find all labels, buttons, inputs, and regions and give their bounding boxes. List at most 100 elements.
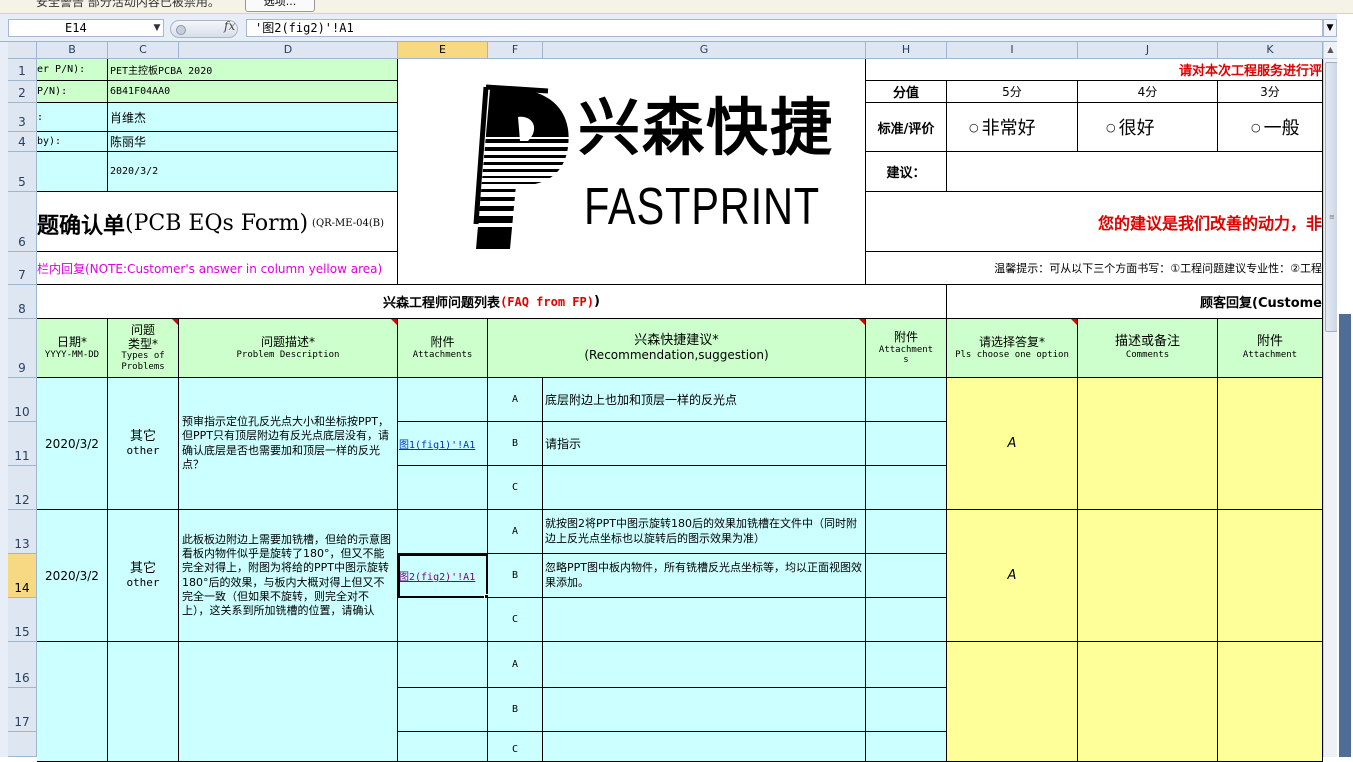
- issue-3-attach-a[interactable]: [398, 642, 488, 688]
- row-header-16[interactable]: 16: [8, 642, 37, 688]
- label-checked-by[interactable]: by):: [37, 132, 108, 152]
- security-options-button[interactable]: 选项...: [245, 0, 315, 12]
- row-header-15[interactable]: 15: [8, 598, 37, 642]
- header-attachments-3[interactable]: 附件 Attachment: [1218, 319, 1323, 378]
- issue-1-option-c-letter[interactable]: C: [488, 466, 543, 510]
- issue-3-option-b-text[interactable]: [543, 688, 866, 732]
- column-header-g[interactable]: G: [543, 42, 866, 59]
- radio-icon[interactable]: ○: [1106, 121, 1116, 134]
- issue-3-attach-c[interactable]: [398, 732, 488, 762]
- row-header-14[interactable]: 14: [8, 554, 37, 598]
- label-fp-pn[interactable]: P/N):: [37, 81, 108, 103]
- row-header-9[interactable]: 9: [8, 319, 37, 378]
- issue-2-option-c-text[interactable]: [543, 598, 866, 642]
- issue-3-option-b-letter[interactable]: B: [488, 688, 543, 732]
- row-header-7[interactable]: 7: [8, 252, 37, 285]
- eval-option-fair[interactable]: ○ 一般: [1218, 103, 1323, 152]
- row-header-6[interactable]: 6: [8, 192, 37, 252]
- eval-label[interactable]: 标准/评价: [866, 103, 947, 152]
- tip-text[interactable]: 温馨提示：可从以下三个方面书写：①工程问题建议专业性：②工程: [866, 252, 1323, 285]
- value-engineer[interactable]: 肖维杰: [108, 103, 398, 132]
- score-5[interactable]: 5分: [947, 81, 1078, 103]
- row-header-3[interactable]: 3: [8, 103, 37, 132]
- column-header-k[interactable]: K: [1218, 42, 1323, 59]
- motto-cell[interactable]: 您的建议是我们改善的动力，非: [866, 192, 1323, 252]
- issue-3-option-c-text[interactable]: [543, 732, 866, 762]
- issue-2-option-c-letter[interactable]: C: [488, 598, 543, 642]
- issue-2-attach-b-selected[interactable]: 图2(fig2)'!A1: [398, 554, 488, 598]
- header-comments[interactable]: 描述或备注 Comments: [1078, 319, 1218, 378]
- label-customer-pn[interactable]: er P/N):: [37, 59, 108, 81]
- header-description[interactable]: 问题描述* Problem Description: [179, 319, 398, 378]
- header-choose-option[interactable]: 请选择答复* Pls choose one option: [947, 319, 1078, 378]
- column-header-h[interactable]: H: [866, 42, 947, 59]
- label-date[interactable]: [37, 152, 108, 192]
- issue-1-option-a-letter[interactable]: A: [488, 378, 543, 422]
- issue-1-attach2-c[interactable]: [866, 466, 947, 510]
- formula-expand-icon[interactable]: ▼: [1323, 19, 1337, 37]
- suggest-label[interactable]: 建议：: [866, 152, 947, 192]
- issue-2-answer[interactable]: A: [947, 510, 1078, 642]
- row-header-4[interactable]: 4: [8, 132, 37, 152]
- issue-1-attach2-a[interactable]: [866, 378, 947, 422]
- issue-3-attach2-a[interactable]: [866, 642, 947, 688]
- column-header-i[interactable]: I: [947, 42, 1078, 59]
- eval-option-good[interactable]: ○ 很好: [1078, 103, 1218, 152]
- row-header-11[interactable]: 11: [8, 422, 37, 466]
- issue-3-answer[interactable]: [947, 642, 1078, 762]
- score-4[interactable]: 4分: [1078, 81, 1218, 103]
- value-customer-pn[interactable]: PET主控板PCBA 2020: [108, 59, 398, 81]
- rating-invite[interactable]: 请对本次工程服务进行评: [866, 59, 1323, 81]
- column-header-d[interactable]: D: [179, 42, 398, 59]
- name-box[interactable]: E14: [8, 19, 164, 37]
- issue-1-attach-c[interactable]: [398, 466, 488, 510]
- name-box-dropdown-icon[interactable]: ▼: [150, 19, 164, 37]
- header-recommendation[interactable]: 兴森快捷建议* (Recommendation,suggestion): [488, 319, 866, 378]
- issue-1-option-c-text[interactable]: [543, 466, 866, 510]
- issue-3-attach-b[interactable]: [398, 688, 488, 732]
- issue-2-attach-c[interactable]: [398, 598, 488, 642]
- column-header-f[interactable]: F: [488, 42, 543, 59]
- column-header-b[interactable]: B: [37, 42, 108, 59]
- issue-3-type[interactable]: [108, 642, 179, 762]
- issue-3-attach2-b[interactable]: [866, 688, 947, 732]
- insert-function-button[interactable]: fx: [224, 19, 235, 33]
- issue-2-attach2-c[interactable]: [866, 598, 947, 642]
- radio-icon[interactable]: ○: [969, 121, 979, 134]
- column-header-c[interactable]: C: [108, 42, 179, 59]
- issue-2-option-b-text[interactable]: 忽略PPT图中板内物件，所有铣槽反光点坐标等，均以正面视图效果添加。: [543, 554, 866, 598]
- issue-2-option-a-text[interactable]: 就按图2将PPT中图示旋转180后的效果加铣槽在文件中（同时附边上反光点坐标也以…: [543, 510, 866, 554]
- row-header-12[interactable]: 12: [8, 466, 37, 510]
- note-line[interactable]: 栏内回复(NOTE:Customer's answer in column ye…: [37, 252, 398, 285]
- scroll-up-icon[interactable]: ▲: [1324, 42, 1337, 59]
- issue-3-description[interactable]: [179, 642, 398, 762]
- issue-3-date[interactable]: [37, 642, 108, 762]
- issue-2-attachment-link[interactable]: 图2(fig2)'!A1: [399, 568, 475, 583]
- issue-1-attach-a[interactable]: [398, 378, 488, 422]
- column-header-j[interactable]: J: [1078, 42, 1218, 59]
- issue-1-attach2-b[interactable]: [866, 422, 947, 466]
- issue-1-attach3[interactable]: [1218, 378, 1323, 510]
- issue-1-date[interactable]: 2020/3/2: [37, 378, 108, 510]
- issue-1-description[interactable]: 预审指示定位孔反光点大小和坐标按PPT，但PPT只有顶层附边有反光点底层没有，请…: [179, 378, 398, 510]
- issue-2-option-b-letter[interactable]: B: [488, 554, 543, 598]
- header-type[interactable]: 问题 类型* Types of Problems: [108, 319, 179, 378]
- value-date[interactable]: 2020/3/2: [108, 152, 398, 192]
- issue-2-description[interactable]: 此板板边附边上需要加铣槽，但给的示意图看板内物件似乎是旋转了180°，但又不能完…: [179, 510, 398, 642]
- row-header-2[interactable]: 2: [8, 81, 37, 103]
- issue-1-option-a-text[interactable]: 底层附边上也加和顶层一样的反光点: [543, 378, 866, 422]
- issue-1-comments[interactable]: [1078, 378, 1218, 510]
- vertical-scrollbar[interactable]: ▲ ≡: [1323, 42, 1338, 757]
- fastprint-logo-block[interactable]: 兴森快捷 FASTPRINT: [398, 59, 866, 285]
- row-header-10[interactable]: 10: [8, 378, 37, 422]
- issue-3-option-a-text[interactable]: [543, 642, 866, 688]
- customer-section-title[interactable]: 顾客回复(Custome: [947, 285, 1323, 319]
- row-header-5[interactable]: 5: [8, 152, 37, 192]
- issue-2-attach-a[interactable]: [398, 510, 488, 554]
- suggest-input[interactable]: [947, 152, 1323, 192]
- row-header-13[interactable]: 13: [8, 510, 37, 554]
- radio-icon[interactable]: ○: [1251, 121, 1261, 134]
- header-date[interactable]: 日期* YYYY-MM-DD: [37, 319, 108, 378]
- formula-input[interactable]: '图2(fig2)'!A1: [246, 19, 1323, 37]
- value-checked-by[interactable]: 陈丽华: [108, 132, 398, 152]
